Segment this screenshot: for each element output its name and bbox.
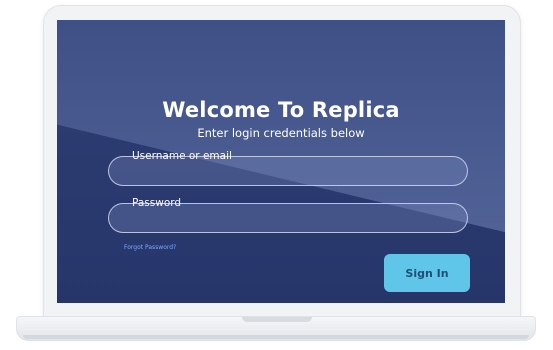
page-subtitle: Enter login credentials below bbox=[197, 126, 365, 140]
password-label: Password bbox=[126, 196, 187, 210]
username-field[interactable]: Username or email bbox=[108, 150, 468, 186]
laptop-base-edge bbox=[23, 335, 529, 339]
laptop-screen: Welcome To Replica Enter login credentia… bbox=[57, 20, 505, 303]
laptop-hinge bbox=[242, 317, 312, 322]
password-field[interactable]: Password bbox=[108, 197, 468, 233]
sign-in-button[interactable]: Sign In bbox=[384, 254, 470, 292]
page-title: Welcome To Replica bbox=[162, 98, 400, 122]
username-label: Username or email bbox=[127, 149, 237, 163]
laptop-base bbox=[16, 316, 536, 341]
username-input[interactable] bbox=[123, 163, 453, 183]
forgot-password-link[interactable]: Forgot Password? bbox=[124, 244, 176, 251]
password-input[interactable] bbox=[123, 210, 453, 230]
